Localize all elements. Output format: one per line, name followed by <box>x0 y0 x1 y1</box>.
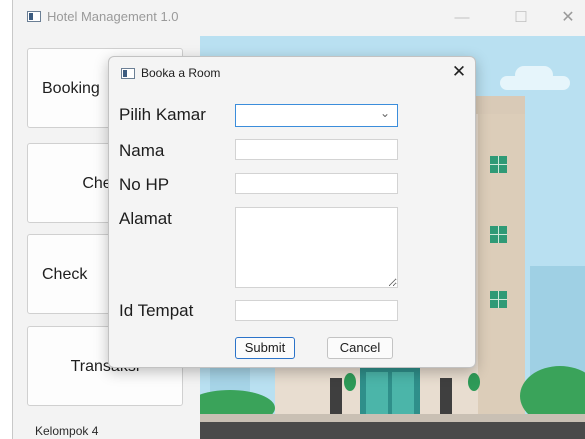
chevron-down-icon: ⌄ <box>379 106 390 120</box>
place-id-label: Id Tempat <box>119 301 194 320</box>
room-label: Pilih Kamar <box>119 105 206 124</box>
window-title: Hotel Management 1.0 <box>47 9 179 24</box>
place-id-input[interactable] <box>235 300 398 321</box>
cancel-button[interactable]: Cancel <box>327 337 393 359</box>
footer-label: Kelompok 4 <box>35 424 99 438</box>
address-label: Alamat <box>119 209 172 228</box>
dialog-window-icon <box>121 68 135 79</box>
address-textarea[interactable] <box>235 207 398 288</box>
dialog-title: Booka a Room <box>141 66 221 80</box>
minimize-button[interactable]: — <box>445 6 479 30</box>
phone-input[interactable] <box>235 173 398 194</box>
room-select[interactable]: ⌄ <box>235 104 398 127</box>
dialog-close-button[interactable]: ✕ <box>449 62 469 82</box>
phone-label: No HP <box>119 175 170 194</box>
booking-dialog: Booka a Room ✕ Pilih Kamar ⌄ Nama No HP … <box>108 56 476 368</box>
submit-button[interactable]: Submit <box>235 337 295 359</box>
close-window-button[interactable]: ✕ <box>551 6 585 30</box>
title-bar: Hotel Management 1.0 — ☐ ✕ <box>13 0 585 36</box>
name-label: Nama <box>119 141 165 160</box>
name-input[interactable] <box>235 139 398 160</box>
app-window-icon <box>27 11 41 22</box>
maximize-button[interactable]: ☐ <box>504 6 538 30</box>
